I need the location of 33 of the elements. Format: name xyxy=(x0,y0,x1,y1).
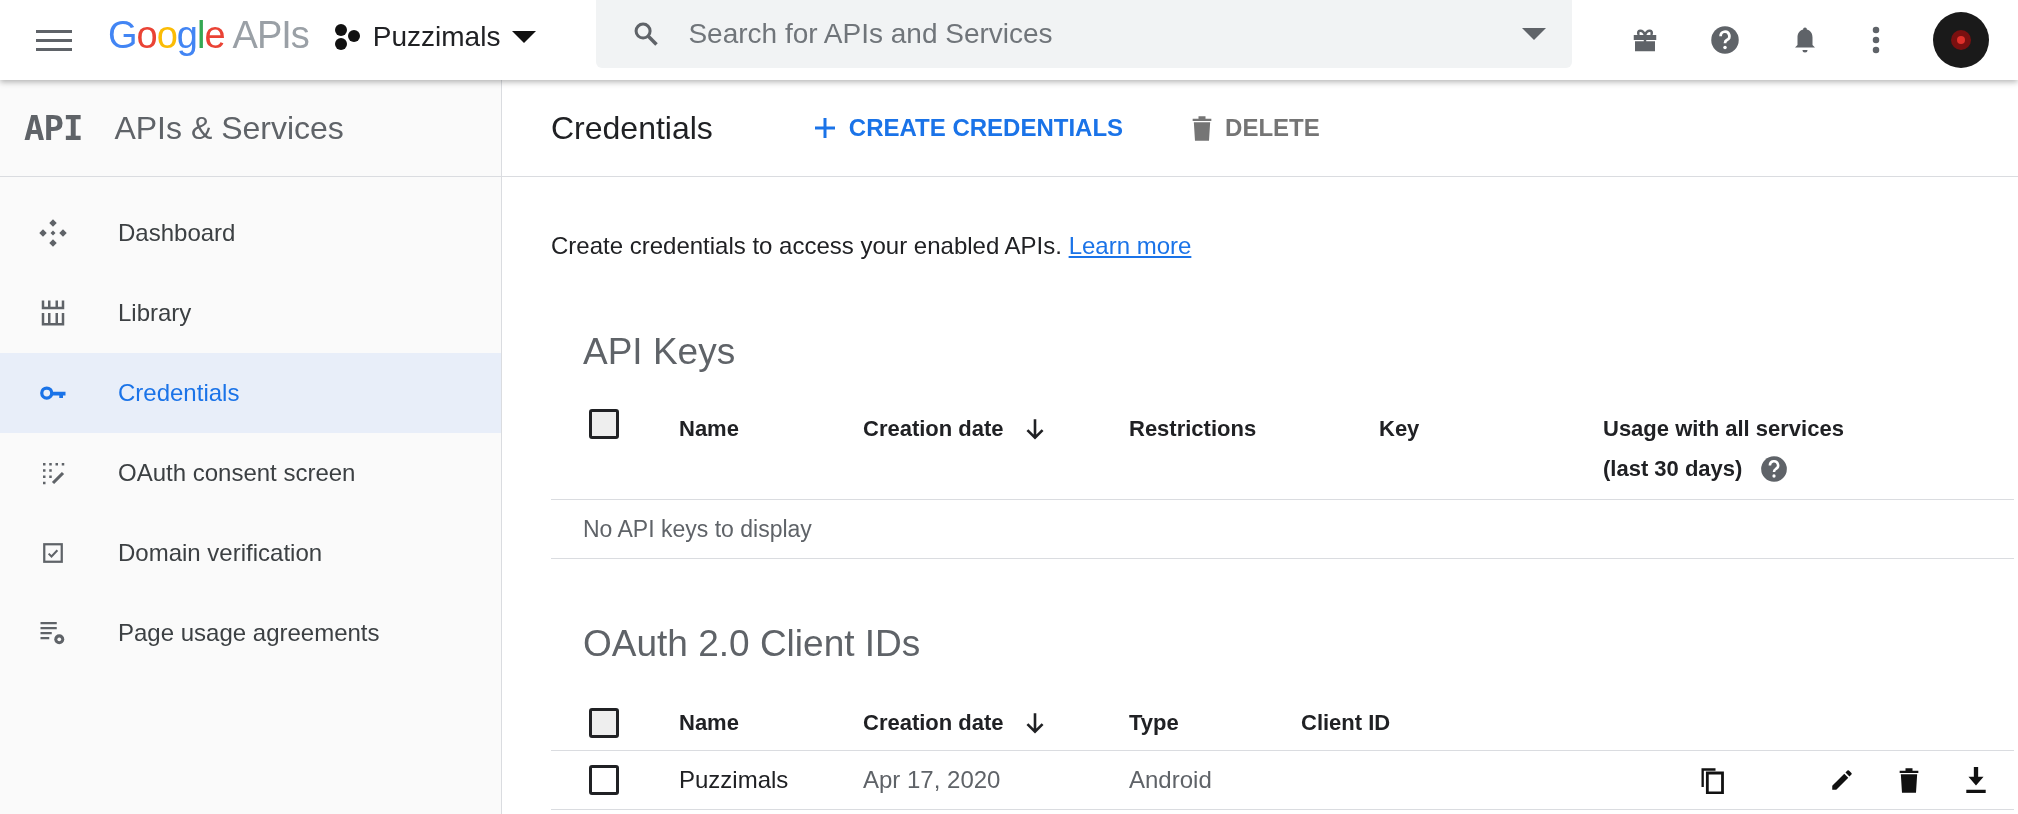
delete-button[interactable]: DELETE xyxy=(1179,106,1332,150)
google-apis-logo[interactable]: Google APIs xyxy=(108,13,309,57)
column-header: Creation date xyxy=(863,710,1004,736)
search-input[interactable]: Search for APIs and Services xyxy=(686,17,1497,51)
search-field[interactable]: Search for APIs and Services xyxy=(596,0,1573,68)
sidebar-item[interactable]: OAuth consent screen xyxy=(0,433,501,513)
project-selector[interactable]: Puzzimals xyxy=(332,21,537,53)
sidebar-title: APIs & Services xyxy=(114,109,344,147)
column-header: Creation date xyxy=(863,416,1004,442)
sidebar-item[interactable]: Library xyxy=(0,273,501,353)
column-header: Name xyxy=(679,710,739,736)
api-logo: API xyxy=(24,108,83,148)
table-cell-text: Apr 17, 2020 xyxy=(863,766,1002,794)
column-header: Usage with all services xyxy=(1603,416,1844,442)
section-title: API Keys xyxy=(583,331,737,373)
column-header: Client ID xyxy=(1301,710,1391,736)
learn-more-link[interactable]: Learn more xyxy=(1068,232,1192,259)
intro-text: Create credentials to access your enabled APIs. Learn more xyxy=(551,231,1193,261)
column-header: Name xyxy=(679,416,739,442)
section-title: OAuth 2.0 Client IDs xyxy=(583,623,922,665)
sidebar-item[interactable]: Dashboard xyxy=(0,193,501,273)
column-header: Restrictions xyxy=(1129,416,1257,442)
column-header: Type xyxy=(1129,710,1179,736)
column-header: (last 30 days) xyxy=(1603,456,1743,482)
column-header: Key xyxy=(1379,416,1420,442)
table-cell-text: Android xyxy=(1129,766,1213,794)
page-title: Credentials xyxy=(551,109,713,147)
create-credentials-button[interactable]: CREATE CREDENTIALS xyxy=(800,106,1136,150)
empty-message: No API keys to display xyxy=(582,515,812,543)
sidebar-item[interactable]: Credentials xyxy=(0,353,501,433)
sidebar-item[interactable]: Page usage agreements xyxy=(0,593,501,673)
sidebar-item[interactable]: Domain verification xyxy=(0,513,501,593)
table-cell-text: Puzzimals xyxy=(679,766,790,794)
